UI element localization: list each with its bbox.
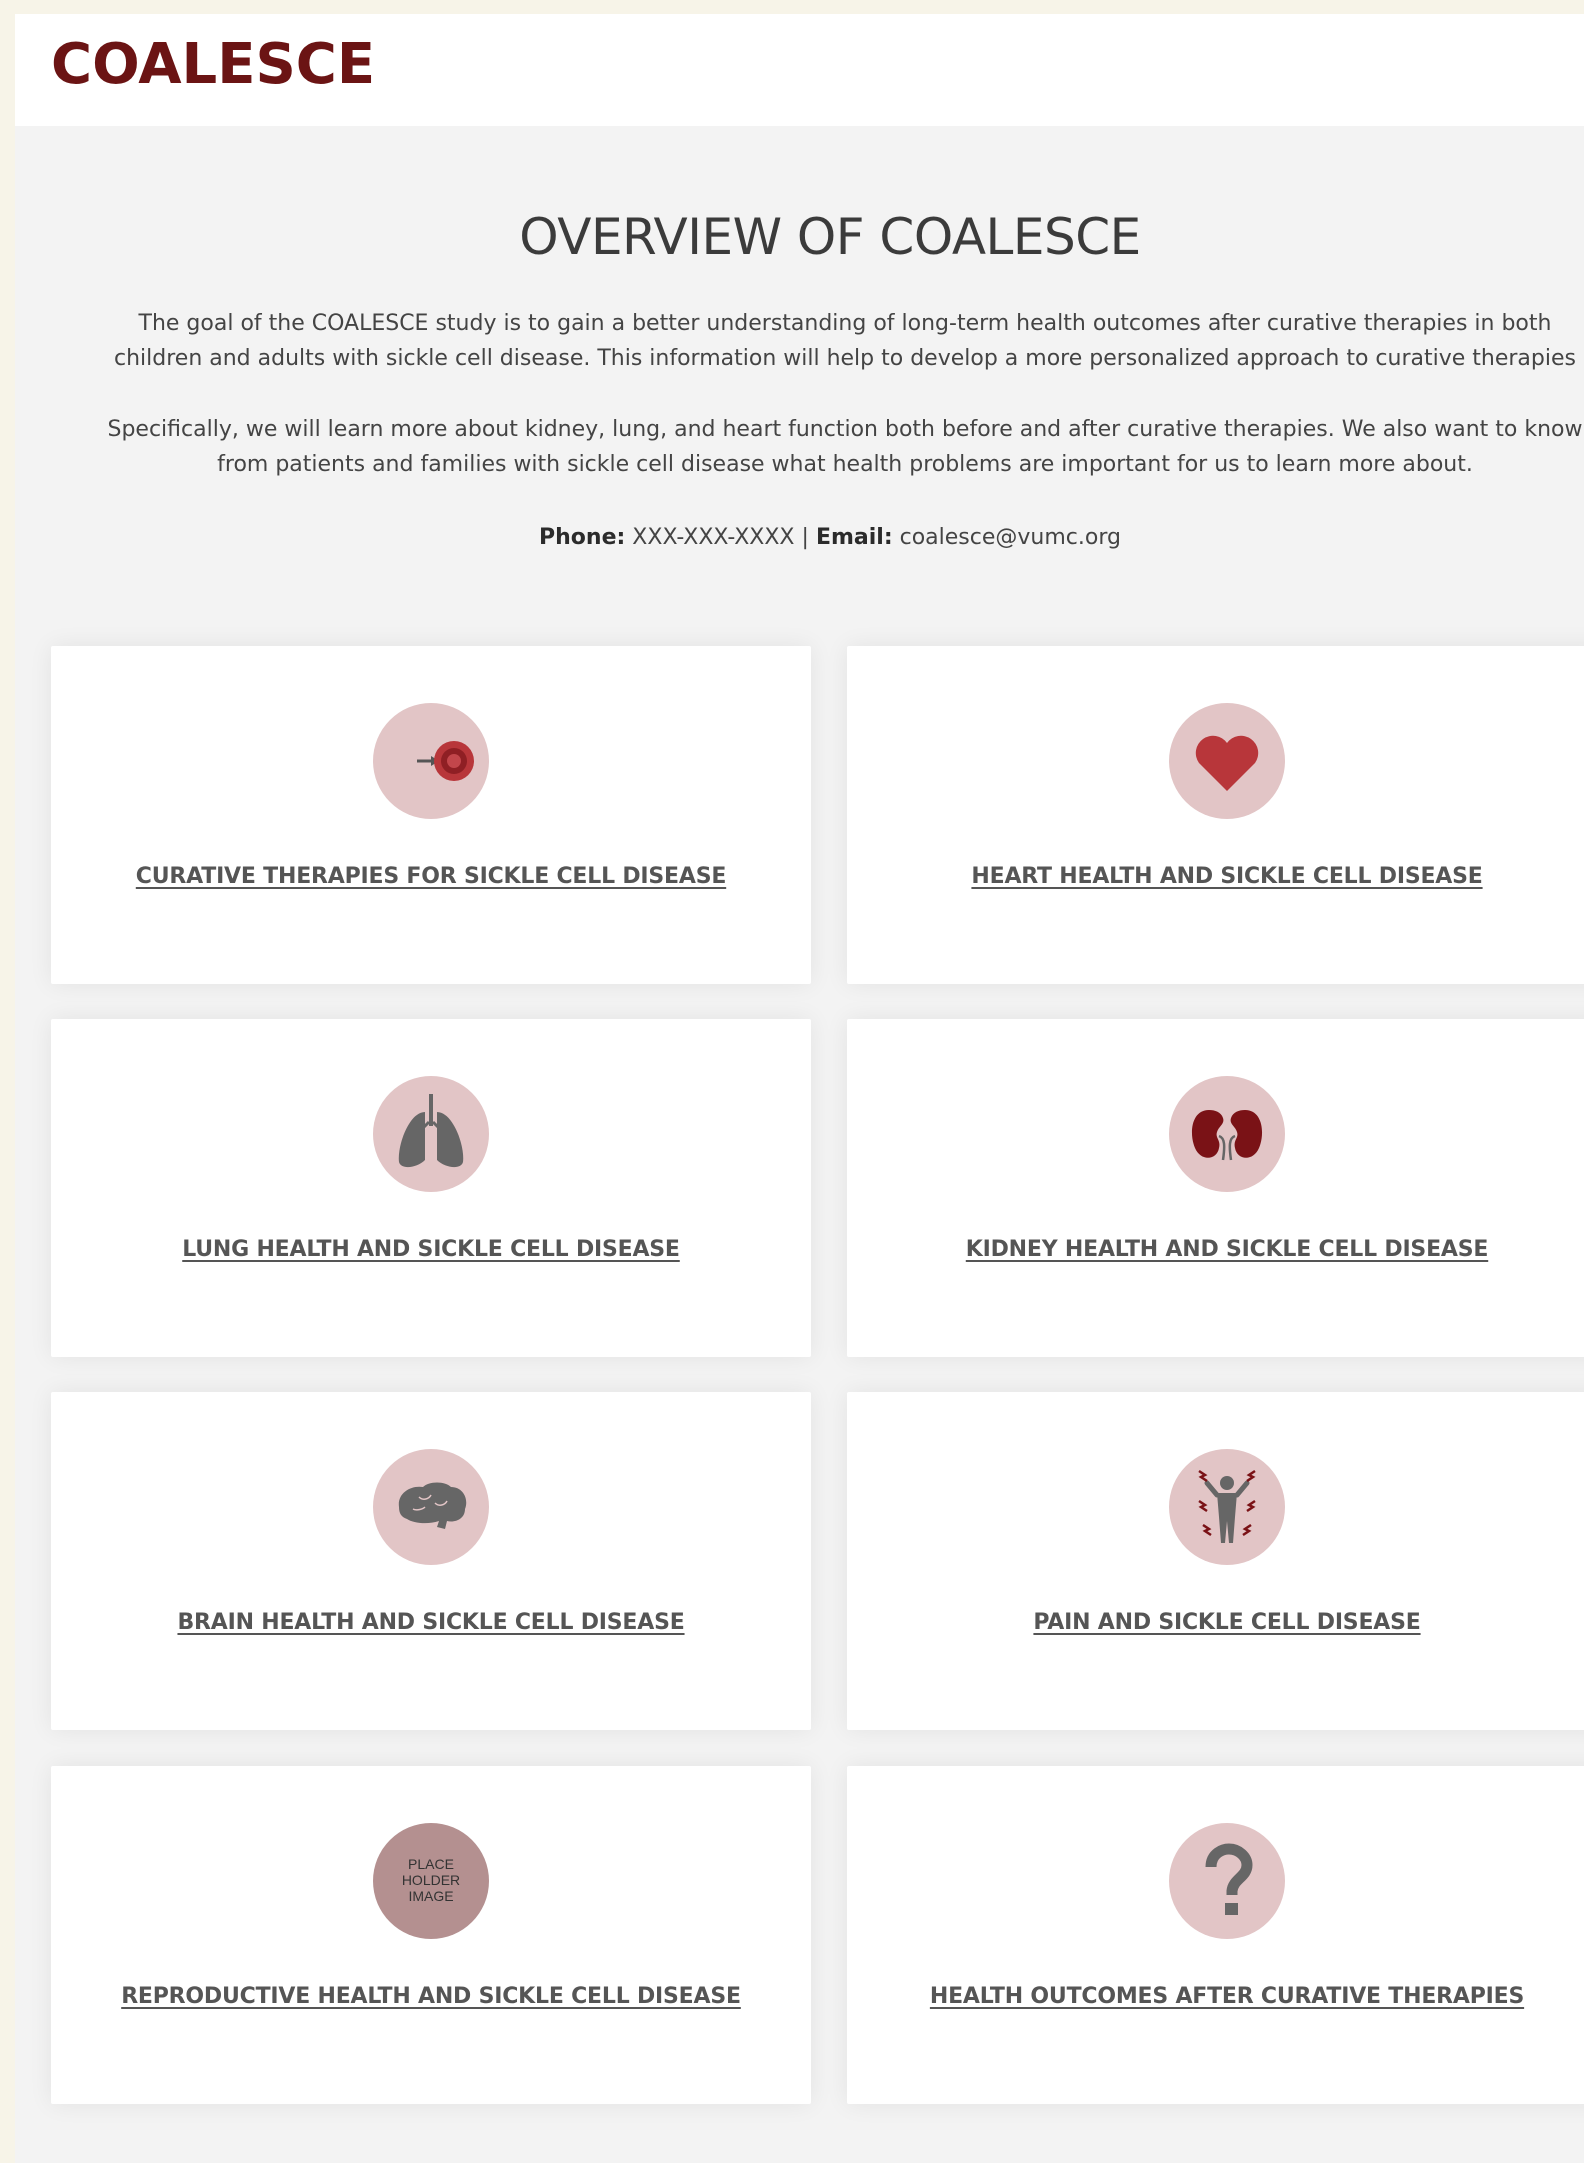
topic-link[interactable]: LUNG HEALTH AND SICKLE CELL DISEASE [51, 1237, 811, 1262]
placeholder-text: HOLDER [402, 1872, 460, 1888]
intro-paragraph: The goal of the COALESCE study is to gai… [45, 306, 1584, 376]
detail-paragraph-line: from patients and families with sickle c… [217, 452, 1473, 477]
topic-link[interactable]: HEART HEALTH AND SICKLE CELL DISEASE [847, 864, 1584, 889]
placeholder-text: PLACE [408, 1856, 454, 1872]
contact-info: Phone: XXX-XXX-XXXX | Email: coalesce@vu… [15, 520, 1584, 556]
topic-card-brain-health[interactable]: BRAIN HEALTH AND SICKLE CELL DISEASE [51, 1392, 811, 1730]
page-frame: COALESCE OVERVIEW OF COALESCE The goal o… [15, 14, 1584, 2163]
topic-link[interactable]: BRAIN HEALTH AND SICKLE CELL DISEASE [51, 1610, 811, 1635]
email-link[interactable]: coalesce@vumc.org [900, 525, 1121, 550]
topic-card-pain[interactable]: PAIN AND SICKLE CELL DISEASE [847, 1392, 1584, 1730]
topic-link[interactable]: REPRODUCTIVE HEALTH AND SICKLE CELL DISE… [51, 1984, 811, 2009]
topic-card-kidney-health[interactable]: KIDNEY HEALTH AND SICKLE CELL DISEASE [847, 1019, 1584, 1357]
phone-value: XXX-XXX-XXXX [632, 525, 795, 550]
placeholder-image-icon: PLACE HOLDER IMAGE [373, 1823, 489, 1939]
brain-icon [373, 1449, 489, 1565]
pain-figure-icon [1169, 1449, 1285, 1565]
site-logo[interactable]: COALESCE [51, 37, 375, 93]
topic-link[interactable]: KIDNEY HEALTH AND SICKLE CELL DISEASE [847, 1237, 1584, 1262]
intro-paragraph-line: children and adults with sickle cell dis… [114, 346, 1576, 371]
topic-link[interactable]: HEALTH OUTCOMES AFTER CURATIVE THERAPIES [847, 1984, 1584, 2009]
phone-label: Phone: [539, 525, 626, 550]
topic-link[interactable]: PAIN AND SICKLE CELL DISEASE [847, 1610, 1584, 1635]
topic-card-heart-health[interactable]: HEART HEALTH AND SICKLE CELL DISEASE [847, 646, 1584, 984]
topic-card-curative-therapies[interactable]: CURATIVE THERAPIES FOR SICKLE CELL DISEA… [51, 646, 811, 984]
contact-separator: | [801, 525, 809, 550]
topic-card-reproductive-health[interactable]: PLACE HOLDER IMAGE REPRODUCTIVE HEALTH A… [51, 1766, 811, 2104]
email-label: Email: [815, 525, 893, 550]
placeholder-text: IMAGE [408, 1888, 453, 1904]
site-header: COALESCE [15, 14, 1584, 126]
question-mark-icon [1169, 1823, 1285, 1939]
page-title: OVERVIEW OF COALESCE [519, 208, 1141, 266]
topic-card-health-outcomes[interactable]: HEALTH OUTCOMES AFTER CURATIVE THERAPIES [847, 1766, 1584, 2104]
lungs-icon [373, 1076, 489, 1192]
topic-link[interactable]: CURATIVE THERAPIES FOR SICKLE CELL DISEA… [51, 864, 811, 889]
detail-paragraph: Specifically, we will learn more about k… [45, 412, 1584, 482]
blood-cell-therapy-icon [373, 703, 489, 819]
heart-icon [1169, 703, 1285, 819]
intro-paragraph-line: The goal of the COALESCE study is to gai… [138, 311, 1552, 336]
detail-paragraph-line: Specifically, we will learn more about k… [107, 417, 1583, 442]
topic-card-lung-health[interactable]: LUNG HEALTH AND SICKLE CELL DISEASE [51, 1019, 811, 1357]
kidneys-icon [1169, 1076, 1285, 1192]
